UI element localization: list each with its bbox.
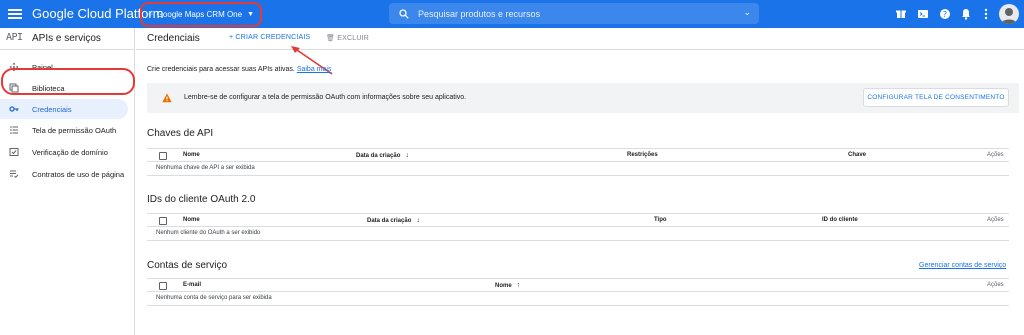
project-highlight-outline	[140, 2, 262, 27]
hamburger-menu-icon[interactable]	[8, 7, 22, 21]
table-row: Nenhuma chave de API a ser exibida	[147, 162, 1009, 176]
gift-icon[interactable]	[894, 7, 908, 21]
search-expand-icon[interactable]: ⌄	[743, 7, 751, 18]
service-accounts-title: Contas de serviço	[147, 260, 228, 271]
column-header-name[interactable]: Nome ↑	[495, 282, 520, 289]
sort-arrow-icon: ↓	[416, 217, 420, 224]
sidebar-item-label: Credenciais	[32, 104, 72, 114]
sidebar-item-label: Contratos de uso de página	[32, 169, 125, 179]
learn-more-link[interactable]: Saiba mais	[297, 66, 332, 73]
service-accounts-table-header: E-mail Nome ↑ Ações	[147, 278, 1009, 292]
sidebar-title: APIs e serviços	[32, 33, 101, 44]
help-icon[interactable]: ?	[938, 7, 952, 21]
oauth-table-header: Nome Data da criação ↓ Tipo ID do cliente…	[147, 213, 1009, 227]
intro-description: Crie credenciais para acessar suas APIs …	[147, 66, 295, 73]
sidebar-header: API APIs e serviços	[0, 28, 135, 50]
svg-text:?: ?	[943, 10, 947, 19]
sidebar-item-verificacao-de-dominio[interactable]: Verificação de domínio	[0, 142, 134, 162]
sidebar-item-label: Verificação de domínio	[32, 147, 108, 157]
active-item-highlight-outline	[1, 68, 135, 95]
select-all-checkbox[interactable]	[159, 152, 167, 160]
sidebar-item-label: Tela de permissão OAuth	[32, 125, 117, 135]
column-header-email[interactable]: E-mail	[183, 282, 201, 288]
column-header-restrictions[interactable]: Restrições	[627, 152, 658, 158]
notifications-bell-icon[interactable]	[959, 7, 973, 21]
sidebar-item-tela-de-permissao[interactable]: Tela de permissão OAuth	[0, 120, 134, 140]
manage-service-accounts-link[interactable]: Gerenciar contas de serviço	[919, 262, 1006, 269]
select-all-checkbox[interactable]	[159, 282, 167, 290]
sort-arrow-icon: ↓	[405, 152, 409, 159]
column-header-type[interactable]: Tipo	[654, 217, 667, 223]
intro-text: Crie credenciais para acessar suas APIs …	[147, 66, 331, 73]
annotation-arrow	[291, 46, 333, 75]
cloud-shell-icon[interactable]	[916, 7, 930, 21]
warning-icon	[162, 93, 172, 103]
api-keys-title: Chaves de API	[147, 128, 214, 139]
column-header-client-id[interactable]: ID do cliente	[822, 217, 858, 223]
column-header-actions: Ações	[987, 282, 1004, 288]
search-bar[interactable]: ⌄	[389, 3, 759, 24]
column-header-name[interactable]: Nome	[183, 152, 200, 158]
column-header-key[interactable]: Chave	[848, 152, 866, 158]
api-logo: API	[6, 32, 23, 43]
table-row: Nenhum cliente do OAuth a ser exibido	[147, 227, 1009, 241]
empty-state-text: Nenhum cliente do OAuth a ser exibido	[156, 230, 261, 236]
empty-state-text: Nenhuma chave de API a ser exibida	[156, 165, 255, 171]
oauth-clients-title: IDs do cliente OAuth 2.0	[147, 194, 256, 205]
column-header-actions: Ações	[987, 217, 1004, 223]
column-header-name[interactable]: Nome	[183, 217, 200, 223]
page-title: Credenciais	[147, 33, 200, 44]
page-header: Credenciais + CRIAR CREDENCIAIS 🗑 EXCLUI…	[136, 28, 1024, 50]
column-header-created[interactable]: Data da criação ↓	[356, 152, 409, 159]
domain-check-icon	[9, 148, 19, 156]
sidebar-item-credenciais[interactable]: Credenciais	[0, 99, 128, 119]
account-avatar[interactable]	[999, 4, 1019, 24]
search-input[interactable]	[418, 8, 718, 19]
consent-icon	[10, 126, 18, 134]
warning-text: Lembre-se de configurar a tela de permis…	[184, 94, 467, 101]
api-keys-table-header: Nome Data da criação ↓ Restrições Chave A…	[147, 148, 1009, 162]
more-vert-icon[interactable]	[979, 7, 993, 21]
table-row: Nenhuma conta de serviço para ser exibid…	[147, 292, 1009, 306]
empty-state-text: Nenhuma conta de serviço para ser exibid…	[156, 295, 272, 301]
delete-label: EXCLUIR	[337, 35, 369, 42]
sort-arrow-icon: ↑	[516, 282, 521, 289]
main-content: Credenciais + CRIAR CREDENCIAIS 🗑 EXCLUI…	[136, 28, 1024, 335]
agreements-icon	[10, 170, 19, 179]
key-icon	[9, 106, 19, 112]
column-header-created[interactable]: Data da criação ↓	[367, 217, 420, 224]
oauth-warning-banner: Lembre-se de configurar a tela de permis…	[147, 83, 1019, 113]
configure-consent-screen-button[interactable]: CONFIGURAR TELA DE CONSENTIMENTO	[863, 88, 1009, 107]
search-icon	[399, 8, 409, 19]
column-header-actions: Ações	[987, 152, 1004, 158]
person-icon	[1001, 8, 1017, 24]
select-all-checkbox[interactable]	[159, 217, 167, 225]
sidebar-item-contratos[interactable]: Contratos de uso de página	[0, 164, 134, 184]
